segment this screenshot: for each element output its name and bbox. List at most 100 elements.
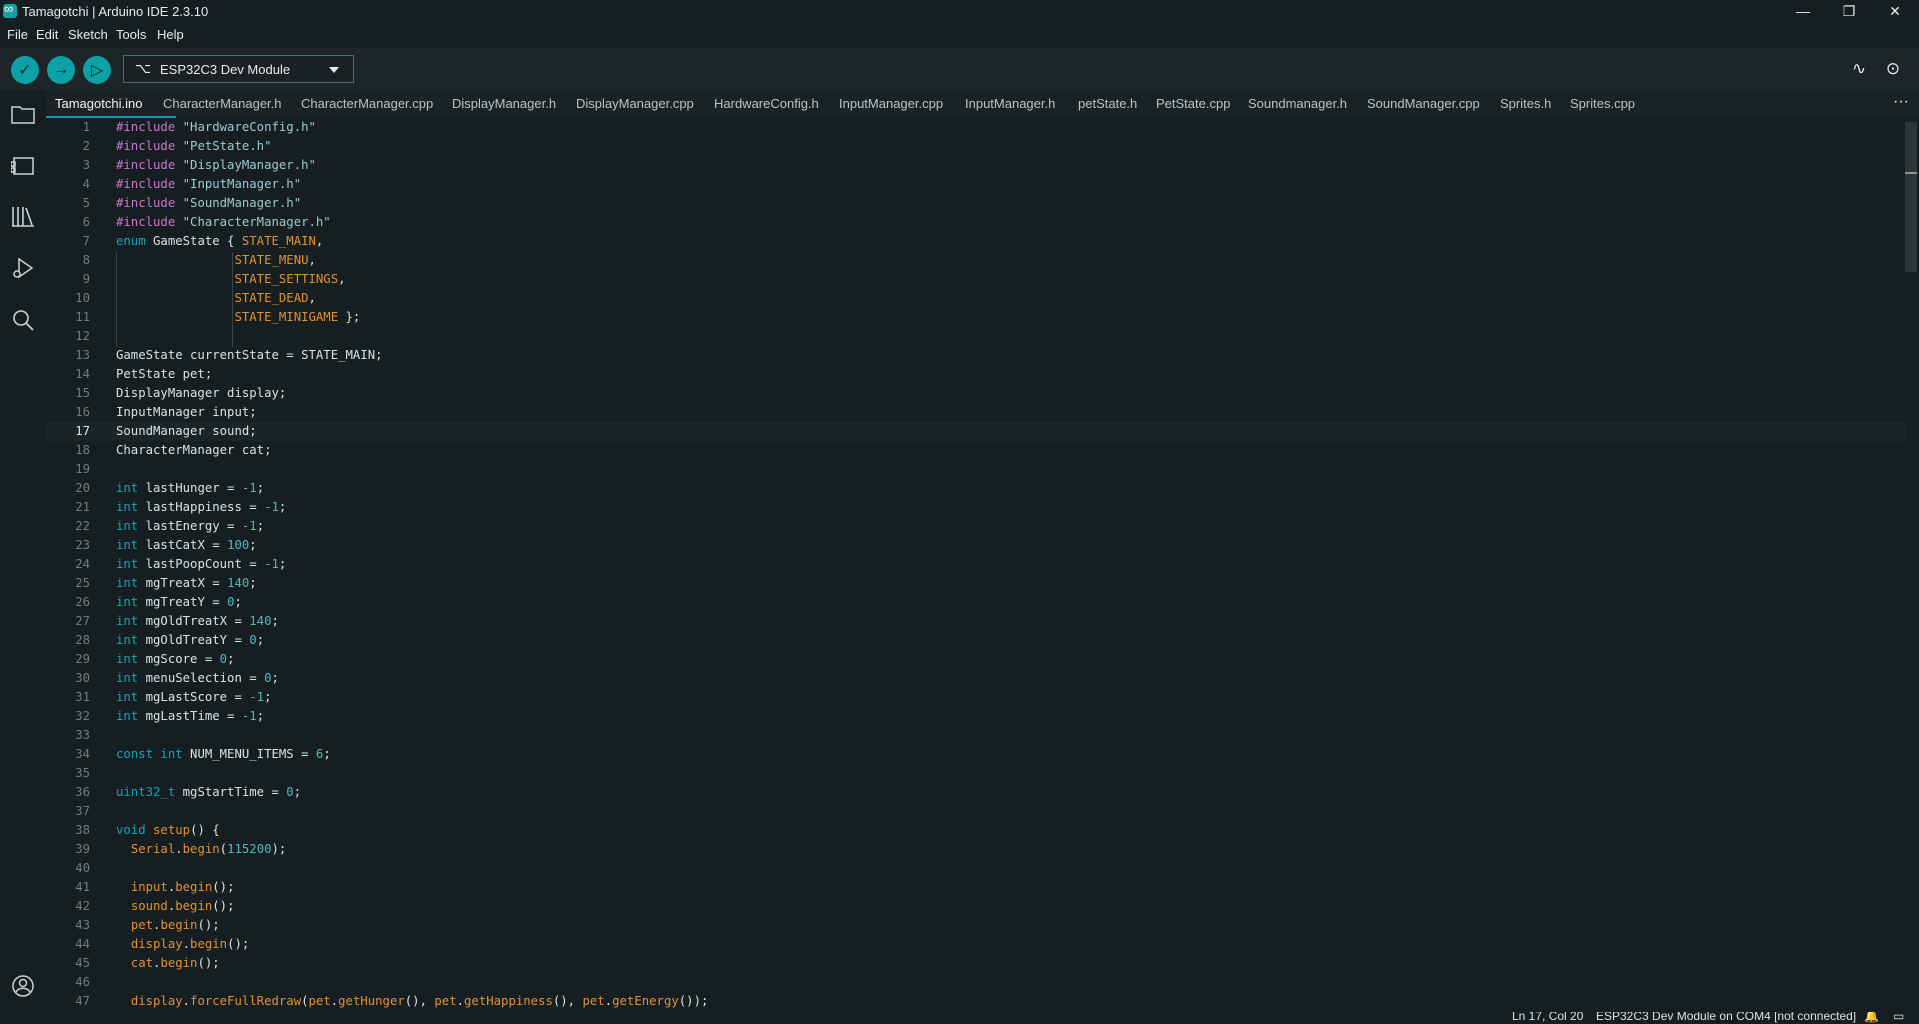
- code-text[interactable]: cat.begin();: [116, 954, 220, 973]
- code-text[interactable]: PetState pet;: [116, 365, 212, 384]
- code-line[interactable]: 27 int mgOldTreatX = 140;: [46, 612, 1906, 631]
- code-line[interactable]: 1 #include "HardwareConfig.h": [46, 118, 1906, 137]
- code-line[interactable]: 29 int mgScore = 0;: [46, 650, 1906, 669]
- code-text[interactable]: GameState currentState = STATE_MAIN;: [116, 346, 383, 365]
- board-selector[interactable]: ⌥ ESP32C3 Dev Module: [123, 55, 354, 83]
- code-line[interactable]: 37: [46, 802, 1906, 821]
- code-text[interactable]: display.begin();: [116, 935, 249, 954]
- code-line[interactable]: 17 SoundManager sound;: [46, 422, 1906, 441]
- code-text[interactable]: pet.begin();: [116, 916, 220, 935]
- tab-sprites-h[interactable]: Sprites.h: [1500, 90, 1551, 118]
- code-line[interactable]: 2 #include "PetState.h": [46, 137, 1906, 156]
- tab-charactermanager-h[interactable]: CharacterManager.h: [163, 90, 282, 118]
- code-text[interactable]: int mgLastScore = -1;: [116, 688, 272, 707]
- code-line[interactable]: 23 int lastCatX = 100;: [46, 536, 1906, 555]
- code-line[interactable]: 6 #include "CharacterManager.h": [46, 213, 1906, 232]
- restore-button[interactable]: ❐: [1826, 0, 1872, 22]
- code-text[interactable]: int mgOldTreatX = 140;: [116, 612, 279, 631]
- more-tabs-button[interactable]: ···: [1893, 90, 1909, 118]
- code-text[interactable]: void setup() {: [116, 821, 220, 840]
- code-line[interactable]: 10 STATE_DEAD,: [46, 289, 1906, 308]
- code-text[interactable]: int mgLastTime = -1;: [116, 707, 264, 726]
- tab-inputmanager-h[interactable]: InputManager.h: [965, 90, 1055, 118]
- sketchbook-button[interactable]: [9, 100, 37, 128]
- code-text[interactable]: CharacterManager cat;: [116, 441, 271, 460]
- code-line[interactable]: 28 int mgOldTreatY = 0;: [46, 631, 1906, 650]
- code-line[interactable]: 39 Serial.begin(115200);: [46, 840, 1906, 859]
- code-text[interactable]: Serial.begin(115200);: [116, 840, 287, 859]
- code-line[interactable]: 21 int lastHappiness = -1;: [46, 498, 1906, 517]
- tab-petstate-h[interactable]: petState.h: [1078, 90, 1137, 118]
- code-text[interactable]: sound.begin();: [116, 897, 235, 916]
- code-text[interactable]: InputManager input;: [116, 403, 257, 422]
- code-text[interactable]: enum GameState { STATE_MAIN,: [116, 232, 323, 251]
- code-line[interactable]: 24 int lastPoopCount = -1;: [46, 555, 1906, 574]
- code-line[interactable]: 38 void setup() {: [46, 821, 1906, 840]
- code-text[interactable]: STATE_DEAD,: [116, 289, 315, 308]
- minimize-button[interactable]: —: [1780, 0, 1826, 22]
- code-line[interactable]: 34 const int NUM_MENU_ITEMS = 6;: [46, 745, 1906, 764]
- tab-petstate-cpp[interactable]: PetState.cpp: [1156, 90, 1230, 118]
- code-text[interactable]: int lastCatX = 100;: [116, 536, 257, 555]
- code-line[interactable]: 42 sound.begin();: [46, 897, 1906, 916]
- debug-button[interactable]: ▷: [83, 56, 111, 84]
- code-text[interactable]: uint32_t mgStartTime = 0;: [116, 783, 301, 802]
- code-line[interactable]: 15 DisplayManager display;: [46, 384, 1906, 403]
- code-text[interactable]: int lastHappiness = -1;: [116, 498, 286, 517]
- tab-hardwareconfig-h[interactable]: HardwareConfig.h: [714, 90, 819, 118]
- code-line[interactable]: 7 enum GameState { STATE_MAIN,: [46, 232, 1906, 251]
- profile-button[interactable]: [9, 972, 37, 1000]
- code-line[interactable]: 16 InputManager input;: [46, 403, 1906, 422]
- code-text[interactable]: int mgTreatX = 140;: [116, 574, 257, 593]
- code-text[interactable]: input.begin();: [116, 878, 235, 897]
- menu-tools[interactable]: Tools: [116, 27, 146, 42]
- code-text[interactable]: int mgScore = 0;: [116, 650, 234, 669]
- panel-toggle-icon[interactable]: ▭: [1893, 1012, 1904, 1023]
- menu-sketch[interactable]: Sketch: [68, 27, 108, 42]
- code-text[interactable]: const int NUM_MENU_ITEMS = 6;: [116, 745, 331, 764]
- tab-charactermanager-cpp[interactable]: CharacterManager.cpp: [301, 90, 433, 118]
- code-text[interactable]: #include "PetState.h": [116, 137, 271, 156]
- code-line[interactable]: 18 CharacterManager cat;: [46, 441, 1906, 460]
- code-text[interactable]: SoundManager sound;: [116, 422, 257, 441]
- code-line[interactable]: 26 int mgTreatY = 0;: [46, 593, 1906, 612]
- code-line[interactable]: 45 cat.begin();: [46, 954, 1906, 973]
- code-text[interactable]: int lastPoopCount = -1;: [116, 555, 286, 574]
- code-text[interactable]: STATE_SETTINGS,: [116, 270, 345, 289]
- code-line[interactable]: 30 int menuSelection = 0;: [46, 669, 1906, 688]
- code-text[interactable]: STATE_MENU,: [116, 251, 315, 270]
- tab-inputmanager-cpp[interactable]: InputManager.cpp: [839, 90, 943, 118]
- code-text[interactable]: #include "HardwareConfig.h": [116, 118, 316, 137]
- code-line[interactable]: 44 display.begin();: [46, 935, 1906, 954]
- upload-button[interactable]: →: [47, 56, 75, 84]
- code-line[interactable]: 3 #include "DisplayManager.h": [46, 156, 1906, 175]
- code-text[interactable]: #include "CharacterManager.h": [116, 213, 331, 232]
- tab-displaymanager-cpp[interactable]: DisplayManager.cpp: [576, 90, 694, 118]
- serial-plotter-button[interactable]: ∿: [1848, 58, 1870, 80]
- search-button[interactable]: [9, 306, 37, 334]
- code-text[interactable]: DisplayManager display;: [116, 384, 286, 403]
- code-text[interactable]: int lastEnergy = -1;: [116, 517, 264, 536]
- code-line[interactable]: 4 #include "InputManager.h": [46, 175, 1906, 194]
- cursor-position[interactable]: Ln 17, Col 20: [1512, 1012, 1583, 1023]
- code-editor[interactable]: 1 #include "HardwareConfig.h" 2 #include "P…: [46, 118, 1919, 1012]
- boards-manager-button[interactable]: [9, 152, 37, 180]
- tab-displaymanager-h[interactable]: DisplayManager.h: [452, 90, 556, 118]
- code-line[interactable]: 40: [46, 859, 1906, 878]
- code-text[interactable]: display.forceFullRedraw(pet.getHunger(),…: [116, 992, 709, 1011]
- code-text[interactable]: #include "InputManager.h": [116, 175, 301, 194]
- code-line[interactable]: 41 input.begin();: [46, 878, 1906, 897]
- debug-panel-button[interactable]: [9, 254, 37, 282]
- code-line[interactable]: 36 uint32_t mgStartTime = 0;: [46, 783, 1906, 802]
- code-line[interactable]: 46: [46, 973, 1906, 992]
- code-line[interactable]: 5 #include "SoundManager.h": [46, 194, 1906, 213]
- code-text[interactable]: int lastHunger = -1;: [116, 479, 264, 498]
- library-manager-button[interactable]: [9, 202, 37, 230]
- menu-file[interactable]: File: [7, 27, 28, 42]
- tab-sprites-cpp[interactable]: Sprites.cpp: [1570, 90, 1635, 118]
- code-line[interactable]: 20 int lastHunger = -1;: [46, 479, 1906, 498]
- code-text[interactable]: int mgOldTreatY = 0;: [116, 631, 264, 650]
- code-line[interactable]: 31 int mgLastScore = -1;: [46, 688, 1906, 707]
- tab-soundmanager-h[interactable]: Soundmanager.h: [1248, 90, 1347, 118]
- code-line[interactable]: 19: [46, 460, 1906, 479]
